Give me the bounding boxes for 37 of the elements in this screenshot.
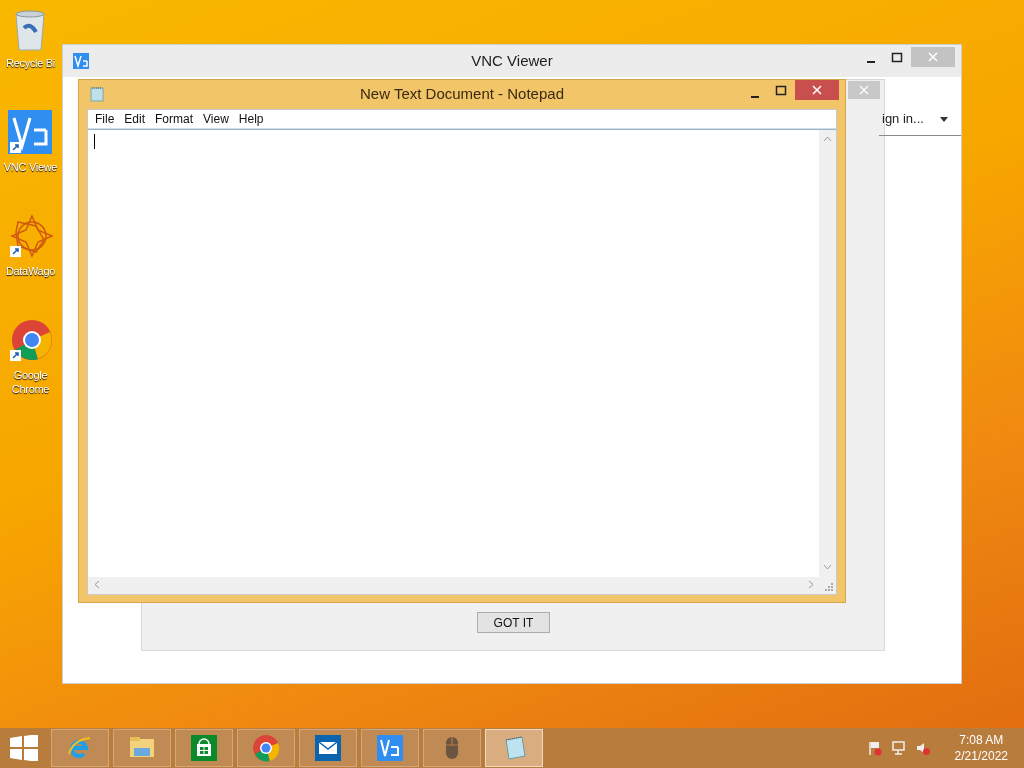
menu-item[interactable]: Help xyxy=(233,110,269,128)
notepad-icon xyxy=(90,86,104,102)
mail-icon xyxy=(314,734,342,762)
chrome-icon[interactable] xyxy=(7,318,54,364)
sign-in-menu[interactable]: ign in... xyxy=(880,109,924,129)
taskbar-button[interactable] xyxy=(423,729,481,767)
close-button[interactable] xyxy=(795,80,839,100)
menu-item[interactable]: View xyxy=(198,110,234,128)
menu-item[interactable]: Edit xyxy=(119,110,151,128)
shopping-bag-icon xyxy=(190,734,218,762)
got-it-button[interactable]: GOT IT xyxy=(477,612,550,633)
window-title: New Text Document - Notepad xyxy=(360,84,564,105)
scroll-left-icon[interactable] xyxy=(94,580,100,589)
volume-icon[interactable] xyxy=(914,740,931,756)
taskbar-button[interactable] xyxy=(361,729,419,767)
vnc-viewer-icon[interactable] xyxy=(7,110,54,156)
taskbar-button[interactable] xyxy=(175,729,233,767)
chrome-icon xyxy=(252,734,280,762)
clock-date[interactable]: 2/21/2022 xyxy=(954,748,1008,764)
flag-icon[interactable] xyxy=(866,740,883,756)
star-pattern-icon[interactable] xyxy=(7,214,54,260)
window-title: VNC Viewer xyxy=(471,50,553,71)
vnc-viewer-icon xyxy=(376,734,404,762)
clock-time[interactable]: 7:08 AM xyxy=(959,732,1004,748)
vnc-logo-icon xyxy=(73,53,89,69)
scroll-up-icon[interactable] xyxy=(823,136,832,142)
network-icon[interactable] xyxy=(890,740,907,756)
scroll-right-icon[interactable] xyxy=(808,580,814,589)
taskbar-button[interactable] xyxy=(237,729,295,767)
menu-item[interactable]: File xyxy=(90,110,120,128)
text-cursor xyxy=(94,134,95,149)
taskbar-button[interactable] xyxy=(299,729,357,767)
menu-item[interactable]: Format xyxy=(150,110,199,128)
scroll-down-icon[interactable] xyxy=(823,564,832,570)
start-button[interactable] xyxy=(9,735,39,761)
resize-grip-icon[interactable] xyxy=(824,582,833,591)
caret-icon xyxy=(939,116,948,122)
